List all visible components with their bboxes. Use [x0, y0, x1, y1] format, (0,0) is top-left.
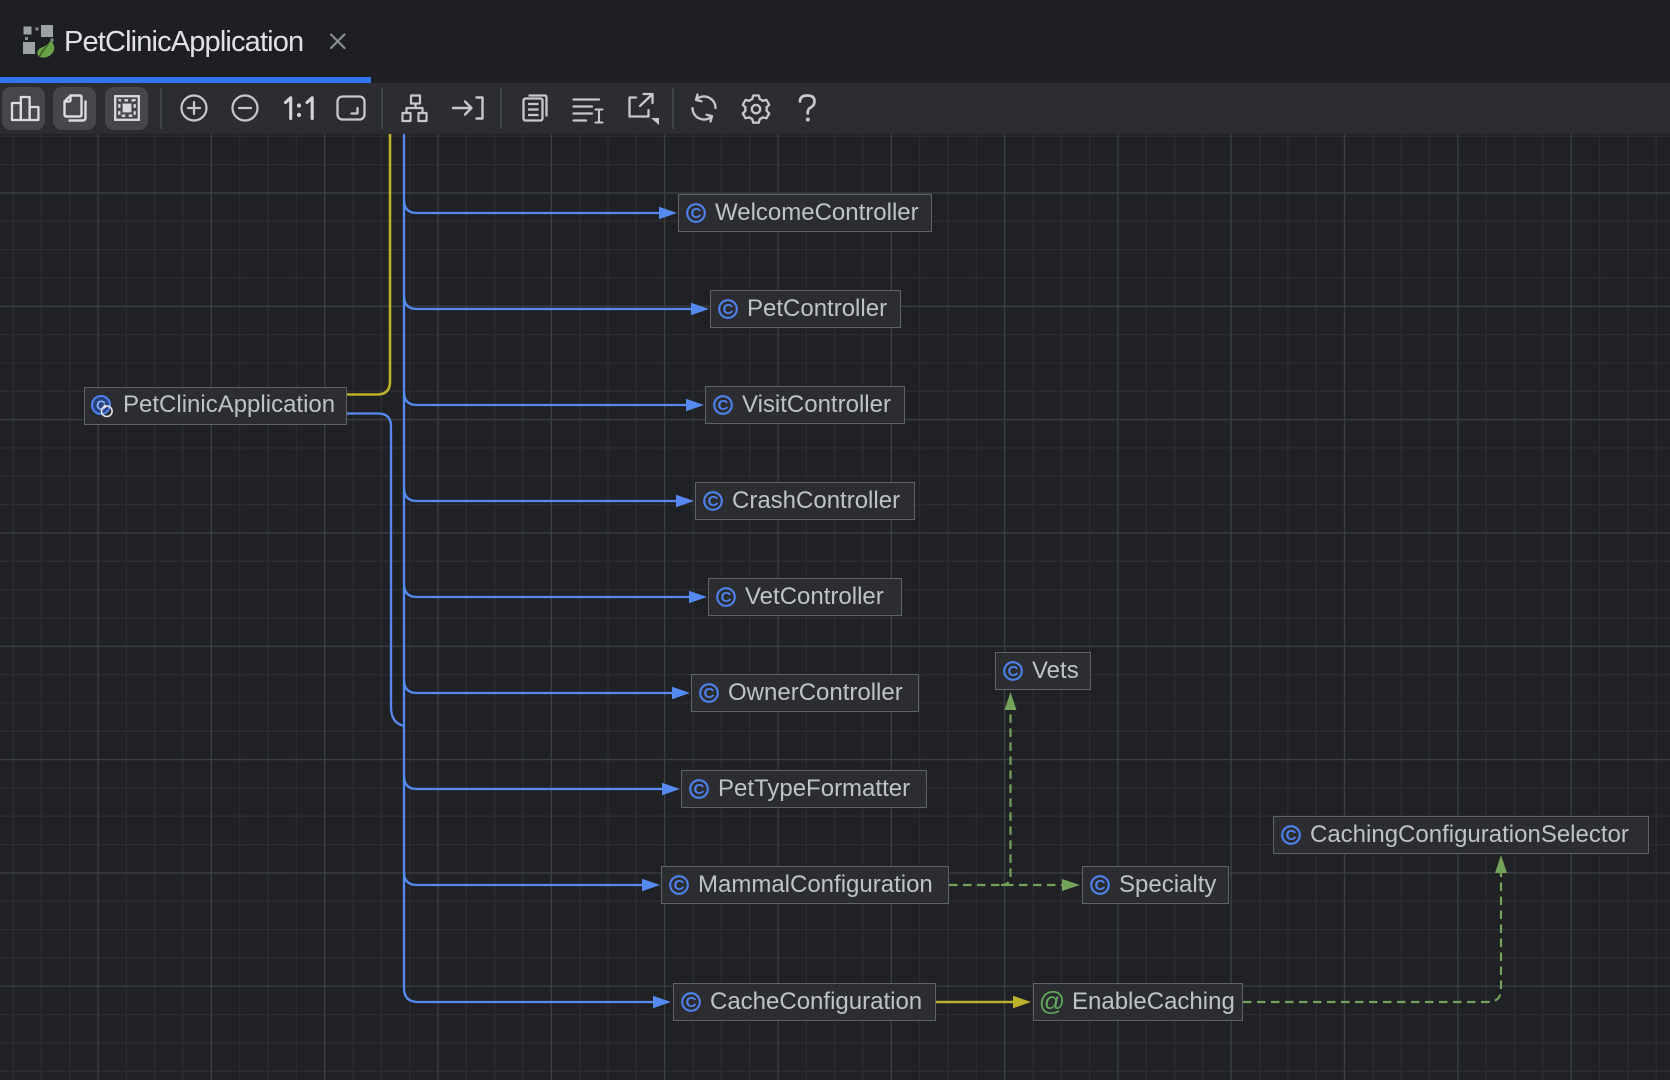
svg-text:C: C: [674, 877, 685, 894]
svg-text:@: @: [1040, 990, 1064, 1014]
svg-text:C: C: [1095, 877, 1106, 894]
svg-text:C: C: [691, 205, 702, 222]
svg-text:C: C: [694, 781, 705, 798]
svg-text:C: C: [723, 301, 734, 318]
svg-text:C: C: [708, 493, 719, 510]
svg-text:C: C: [1008, 663, 1019, 680]
svg-text:C: C: [718, 397, 729, 414]
svg-text:C: C: [721, 589, 732, 606]
svg-text:C: C: [686, 994, 697, 1011]
svg-text:C: C: [704, 685, 715, 702]
svg-text:C: C: [1286, 827, 1297, 844]
